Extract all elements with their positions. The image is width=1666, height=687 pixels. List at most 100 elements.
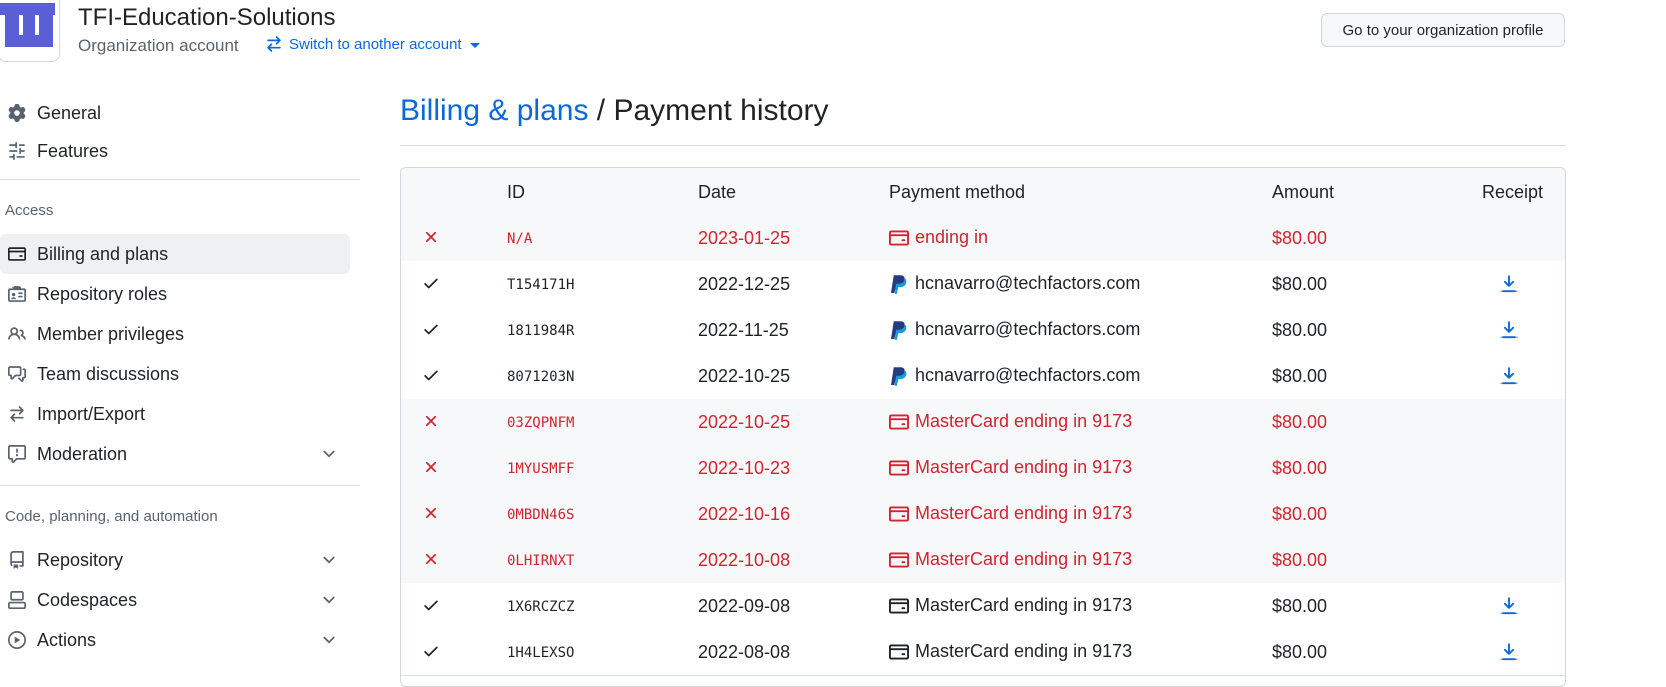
arrow-switch-icon	[10, 406, 24, 422]
table-row: 0LHIRNXT 2022-10-08 MasterCard ending in 9…	[401, 537, 1565, 584]
payment-method: ending in	[889, 227, 988, 248]
payment-date: 2022-12-25	[698, 274, 791, 294]
org-logo-icon	[0, 3, 55, 47]
sidebar-item-repository-roles[interactable]: Repository roles	[0, 274, 350, 314]
sidebar-item-import-export[interactable]: Import/Export	[0, 394, 350, 434]
payment-id: 1X6RCZCZ	[507, 599, 575, 615]
sidebar-item-repository[interactable]: Repository	[0, 540, 350, 580]
download-receipt-icon[interactable]	[1499, 320, 1519, 340]
column-header-date: Date	[698, 182, 737, 202]
success-check-icon	[422, 366, 440, 384]
success-check-icon	[422, 274, 440, 292]
sidebar-item-label: Actions	[37, 629, 97, 650]
credit-card-icon	[889, 228, 909, 248]
table-row: 1X6RCZCZ 2022-09-08 MasterCard ending in 9…	[401, 583, 1565, 630]
paypal-icon	[889, 366, 909, 386]
payment-method-label: MasterCard ending in 9173	[915, 503, 1133, 523]
payment-method-label: MasterCard ending in 9173	[915, 411, 1133, 431]
payment-id: 0LHIRNXT	[507, 553, 575, 569]
payment-method-label: MasterCard ending in 9173	[915, 595, 1133, 615]
download-receipt-icon[interactable]	[1499, 642, 1519, 662]
payment-date: 2022-09-08	[698, 596, 791, 616]
payment-id: N/A	[507, 231, 533, 247]
table-row: 1H4LEXSO 2022-08-08 MasterCard ending in 9…	[401, 629, 1565, 676]
org-name: TFI-Education-Solutions	[78, 4, 336, 31]
repo-icon	[10, 551, 24, 569]
payment-date: 2022-10-23	[698, 458, 791, 478]
org-avatar[interactable]	[0, 0, 60, 62]
download-receipt-icon[interactable]	[1499, 274, 1519, 294]
sidebar-item-label: Repository roles	[37, 283, 168, 304]
arrow-switch-icon	[267, 36, 281, 52]
column-header-id: ID	[507, 182, 525, 202]
chevron-down-icon	[323, 636, 335, 644]
sidebar-item-general[interactable]: General	[0, 93, 350, 133]
sidebar-item-member-privileges[interactable]: Member privileges	[0, 314, 350, 354]
payment-id: 03ZQPNFM	[507, 415, 575, 431]
title-divider	[400, 145, 1566, 146]
table-row: 1MYUSMFF 2022-10-23 MasterCard ending in 9…	[401, 445, 1565, 492]
sidebar-item-label: Import/Export	[37, 403, 146, 424]
download-receipt-icon[interactable]	[1499, 596, 1519, 616]
sidebar-item-moderation[interactable]: Moderation	[0, 434, 350, 474]
id-badge-icon	[8, 286, 26, 302]
credit-card-icon	[889, 504, 909, 524]
payment-amount: $80.00	[1272, 642, 1328, 662]
payment-method: MasterCard ending in 9173	[889, 411, 1132, 432]
payment-method: MasterCard ending in 9173	[889, 641, 1132, 662]
page-title: Billing & plans / Payment history	[400, 94, 829, 128]
sidebar-item-label: Member privileges	[37, 323, 185, 344]
payment-amount: $80.00	[1272, 320, 1328, 340]
payment-date: 2023-01-25	[698, 228, 791, 248]
play-icon	[8, 631, 26, 649]
payment-amount: $80.00	[1272, 228, 1328, 248]
payment-amount: $80.00	[1272, 550, 1328, 570]
codespaces-icon	[8, 591, 26, 609]
table-row: 8071203N 2022-10-25 hcnavarro@techfactors.…	[401, 353, 1565, 400]
payment-method-label: hcnavarro@techfactors.com	[915, 319, 1141, 339]
comment-discussion-icon	[8, 366, 26, 382]
switch-account-button[interactable]: Switch to another account	[265, 35, 480, 53]
column-header-amount: Amount	[1272, 182, 1335, 202]
sidebar-item-team-discussions[interactable]: Team discussions	[0, 354, 350, 394]
sidebar-item-actions[interactable]: Actions	[0, 620, 350, 660]
sliders-icon	[9, 142, 25, 160]
payment-method: MasterCard ending in 9173	[889, 595, 1132, 616]
failed-x-icon	[422, 504, 440, 522]
org-profile-button[interactable]: Go to your organization profile	[1321, 13, 1565, 47]
credit-card-icon	[889, 596, 909, 616]
payment-date: 2022-10-08	[698, 550, 791, 570]
column-header-receipt: Receipt	[1482, 182, 1544, 202]
payment-date: 2022-08-08	[698, 642, 791, 662]
payment-method: hcnavarro@techfactors.com	[889, 273, 1140, 294]
sidebar-item-features[interactable]: Features	[0, 131, 350, 171]
gear-icon	[8, 104, 26, 122]
payment-date: 2022-10-25	[698, 366, 791, 386]
credit-card-icon	[889, 412, 909, 432]
download-receipt-icon[interactable]	[1499, 366, 1519, 386]
payment-amount: $80.00	[1272, 596, 1328, 616]
caret-down-icon	[469, 42, 480, 48]
breadcrumb-billing-link[interactable]: Billing & plans	[400, 94, 588, 127]
table-header: ID Date Payment method Amount Receipt	[401, 168, 1565, 216]
sidebar-item-label: Billing and plans	[37, 243, 169, 264]
credit-card-icon	[889, 458, 909, 478]
report-icon	[8, 445, 26, 463]
sidebar-item-codespaces[interactable]: Codespaces	[0, 580, 350, 620]
credit-card-icon	[8, 247, 26, 261]
sidebar-item-label: General	[37, 102, 102, 123]
payment-method: MasterCard ending in 9173	[889, 503, 1132, 524]
sidebar-item-billing[interactable]: Billing and plans	[0, 234, 350, 274]
success-check-icon	[422, 596, 440, 614]
sidebar-heading-code: Code, planning, and automation	[5, 508, 218, 525]
payment-method: MasterCard ending in 9173	[889, 457, 1132, 478]
payment-id: 8071203N	[507, 369, 575, 385]
sidebar-item-label: Repository	[37, 549, 124, 570]
payment-method: MasterCard ending in 9173	[889, 549, 1132, 570]
payment-id: 1MYUSMFF	[507, 461, 575, 477]
column-header-method: Payment method	[889, 182, 1026, 202]
payment-date: 2022-10-25	[698, 412, 791, 432]
sidebar-divider	[0, 485, 360, 486]
table-row: 1811984R 2022-11-25 hcnavarro@techfactors.…	[401, 307, 1565, 354]
failed-x-icon	[422, 550, 440, 568]
